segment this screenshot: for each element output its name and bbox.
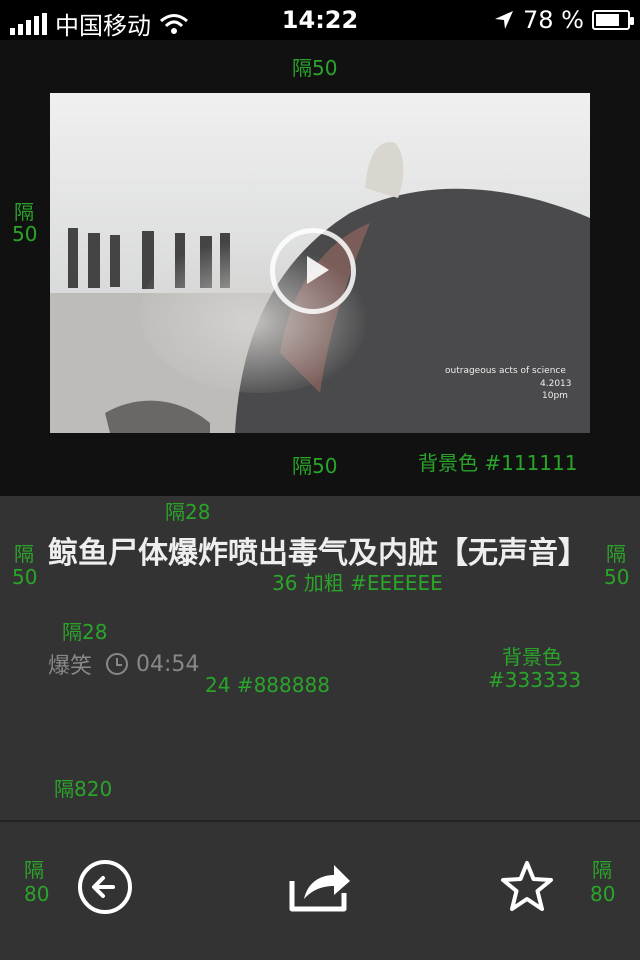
annotation-gap50-info-left-2: 50 — [12, 565, 38, 589]
duration-label: 04:54 — [136, 651, 200, 677]
annotation-title-style: 36 加粗 #EEEEEE — [272, 571, 443, 595]
video-thumbnail[interactable]: outrageous acts of science 4.2013 10pm — [50, 93, 590, 433]
video-watermark-line3: 10pm — [542, 391, 568, 401]
video-section: outrageous acts of science 4.2013 10pm — [0, 40, 640, 496]
clock-icon — [106, 653, 129, 675]
annotation-gap28-top: 隔28 — [165, 500, 211, 524]
annotation-gap50-info-left-1: 隔 — [14, 542, 34, 566]
back-button[interactable] — [70, 852, 140, 922]
annotation-gap50-top: 隔50 — [292, 56, 338, 80]
annotation-gap820: 隔820 — [54, 777, 113, 801]
annotation-gap80-left-2: 80 — [24, 882, 50, 906]
battery-icon — [592, 10, 634, 30]
annotation-bg-111: 背景色 #111111 — [418, 451, 578, 475]
status-right: 78 % — [493, 6, 634, 34]
annotation-gap80-right-2: 80 — [590, 882, 616, 906]
status-bar: 中国移动 14:22 78 % — [0, 0, 640, 40]
location-arrow-icon — [495, 11, 514, 29]
video-watermark-line1: outrageous acts of science — [445, 366, 566, 376]
annotation-gap28-mid: 隔28 — [62, 620, 108, 644]
play-icon[interactable] — [270, 228, 356, 314]
video-title: 鲸鱼尸体爆炸喷出毒气及内脏【无声音】 — [48, 536, 588, 571]
video-meta: 爆笑 04:54 — [48, 648, 199, 680]
annotation-gap80-left-1: 隔 — [24, 858, 44, 882]
annotation-bg-333-2: #333333 — [488, 668, 582, 692]
battery-percent: 78 % — [523, 6, 584, 34]
category-label[interactable]: 爆笑 — [48, 648, 92, 680]
video-watermark-line2: 4.2013 — [540, 379, 572, 389]
share-icon — [289, 865, 350, 912]
bottom-toolbar — [0, 820, 640, 960]
annotation-meta-style: 24 #888888 — [205, 673, 330, 697]
annotation-gap50-bottom: 隔50 — [292, 454, 338, 478]
annotation-gap50-left-1: 隔 — [14, 200, 34, 224]
annotation-gap80-right-1: 隔 — [592, 858, 612, 882]
share-button[interactable] — [284, 852, 354, 922]
annotation-gap50-left-2: 50 — [12, 222, 38, 246]
annotation-gap50-info-right-1: 隔 — [606, 542, 626, 566]
star-icon — [501, 861, 553, 911]
back-icon — [78, 860, 132, 914]
annotation-bg-333-1: 背景色 — [502, 645, 562, 669]
annotation-gap50-info-right-2: 50 — [604, 565, 630, 589]
favorite-button[interactable] — [492, 852, 562, 922]
